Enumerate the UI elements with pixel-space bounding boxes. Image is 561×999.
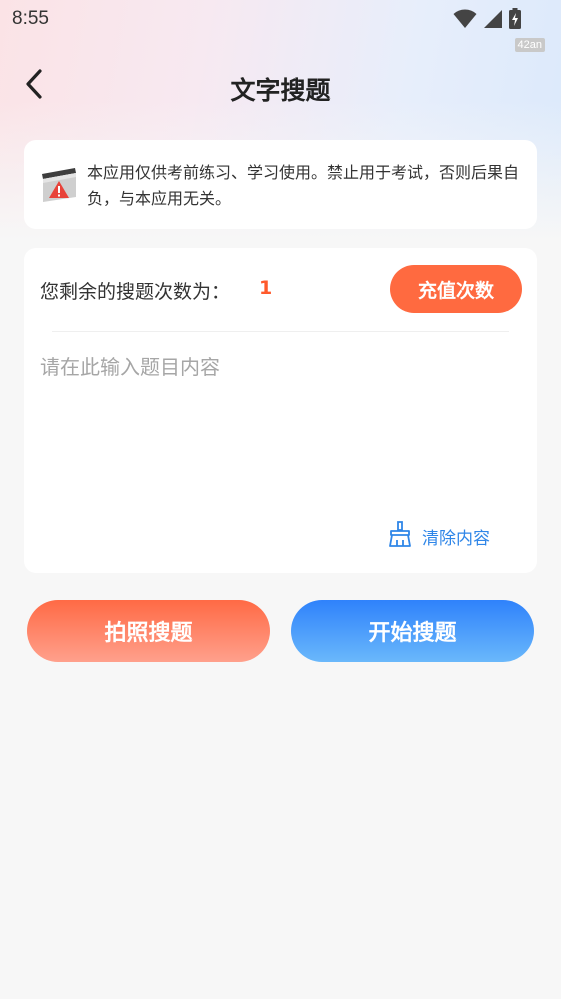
clear-content-label: 清除内容 (422, 528, 490, 549)
start-search-button[interactable]: 开始搜题 (291, 600, 534, 662)
signal-icon (483, 9, 503, 33)
remaining-count-label: 您剩余的搜题次数为： (40, 281, 231, 303)
page-title: 文字搜题 (230, 76, 331, 105)
status-time: 8:55 (12, 8, 49, 29)
nav-bar: 文字搜题 (0, 58, 561, 118)
remaining-count-value: 1 (259, 277, 273, 299)
notice-text: 本应用仅供考前练习、学习使用。禁止用于考试，否则后果自负，与本应用无关。 (87, 163, 520, 208)
notice-card: 本应用仅供考前练习、学习使用。禁止用于考试，否则后果自负，与本应用无关。 (24, 140, 537, 229)
warning-sign-icon (40, 165, 78, 207)
broom-icon (388, 521, 412, 551)
recharge-button[interactable]: 充值次数 (390, 265, 522, 313)
wifi-icon (453, 9, 477, 33)
clear-content-button[interactable]: 清除内容 (388, 521, 490, 551)
question-input[interactable] (40, 351, 520, 501)
divider (52, 331, 509, 332)
photo-search-button[interactable]: 拍照搜题 (27, 600, 270, 662)
status-icons (453, 8, 521, 33)
status-bar: 8:55 42an (0, 0, 561, 52)
battery-charging-icon (509, 8, 521, 33)
watermark-badge: 42an (514, 38, 545, 52)
search-card: 您剩余的搜题次数为： 1 充值次数 清除内容 (24, 248, 537, 573)
